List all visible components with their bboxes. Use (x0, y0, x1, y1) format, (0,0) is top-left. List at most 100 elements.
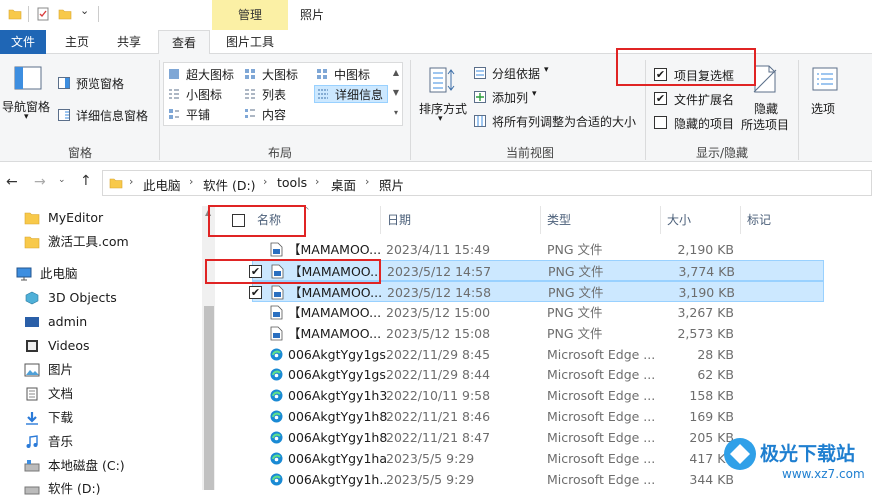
show-hide-group-label: 显示/隐藏 (695, 146, 749, 160)
new-folder-icon[interactable] (58, 7, 72, 21)
tab-share[interactable]: 共享 (106, 30, 152, 54)
options-button[interactable]: 选项 (804, 62, 846, 122)
ribbon-separator (410, 60, 411, 160)
manage-tab[interactable]: 管理 (212, 0, 288, 30)
ribbon-separator (159, 60, 160, 160)
address-bar[interactable]: › 此电脑 › 软件 (D:) › tools › 桌面 › 照片 (102, 170, 872, 196)
file-size-cell: 62 KB (697, 367, 734, 383)
file-row[interactable]: 【MAMAMOO... 2023/4/11 15:49 PNG 文件 2,190 KB (252, 239, 824, 260)
navigation-pane-button[interactable]: 导航窗格 ▾ (2, 62, 54, 122)
scrollbar-thumb[interactable] (204, 306, 214, 490)
preview-pane-button[interactable]: 预览窗格 (58, 74, 154, 92)
hidden-items-toggle[interactable]: 隐藏的项目 (654, 114, 744, 132)
file-extensions-toggle[interactable]: ✔ 文件扩展名 (654, 90, 744, 108)
breadcrumb-item[interactable]: 软件 (D:) (203, 175, 256, 194)
checkbox-unchecked[interactable] (654, 116, 667, 129)
size-columns-to-fit-button[interactable]: 将所有列调整为合适的大小 (472, 112, 642, 130)
breadcrumb-item[interactable]: 此电脑 (143, 175, 181, 194)
details-pane-icon (58, 109, 70, 121)
column-divider[interactable] (660, 206, 661, 234)
nav-item-label: 图片 (48, 362, 74, 377)
hide-selected-label-line1: 隐藏 (754, 102, 779, 116)
download-icon (26, 412, 38, 425)
highlight-box-name-header (208, 205, 306, 237)
svg-text:极光下载站: 极光下载站 (760, 442, 855, 465)
user-folder-icon (25, 317, 39, 327)
forward-button[interactable]: → (34, 174, 46, 190)
music-icon (26, 435, 38, 448)
computer-icon (16, 267, 32, 281)
fit-columns-label: 将所有列调整为合适的大小 (492, 115, 637, 129)
breadcrumb-item[interactable]: 桌面 (331, 175, 356, 194)
layout-content[interactable]: 内容 (242, 105, 312, 123)
column-header-type[interactable]: 类型 (547, 206, 571, 234)
layout-tiles[interactable]: 平铺 (166, 105, 240, 123)
chevron-down-icon: ▾ (24, 112, 29, 122)
file-row[interactable]: 006AkgtYgy1gs... 2022/11/29 8:45 Microsoft… (252, 344, 824, 365)
file-row[interactable]: 006AkgtYgy1h3...2022/10/11 9:58 Microsoft… (252, 385, 824, 406)
content-view-icon (245, 109, 255, 118)
tab-file[interactable]: 文件 (0, 30, 46, 54)
column-header-date[interactable]: 日期 (387, 206, 411, 234)
file-type-cell: PNG 文件 (548, 284, 604, 300)
nav-item-label: 本地磁盘 (C:) (48, 458, 125, 473)
breadcrumb-separator: › (315, 175, 320, 188)
file-date-cell: 2023/5/5 9:29 (386, 471, 475, 487)
options-icon (812, 67, 838, 91)
nav-item-label: Videos (48, 338, 90, 353)
layout-details[interactable]: 详细信息 (314, 85, 388, 103)
details-pane-button[interactable]: 详细信息窗格 (58, 106, 158, 124)
up-button[interactable]: ↑ (80, 173, 92, 189)
row-checkbox-checked[interactable]: ✔ (249, 285, 262, 299)
file-type-cell: PNG 文件 (547, 325, 603, 341)
properties-icon[interactable] (36, 7, 50, 21)
file-row[interactable]: 【MAMAMOO... 2023/5/12 15:00 PNG 文件 3,267 KB (252, 302, 824, 323)
column-header-tags[interactable]: 标记 (747, 206, 771, 234)
file-row[interactable]: 【MAMAMOO... 2023/5/12 15:08 PNG 文件 2,573 KB (252, 323, 824, 344)
tab-picture-tools[interactable]: 图片工具 (212, 30, 288, 54)
png-file-icon (271, 285, 284, 300)
layout-gallery-scroll[interactable]: ▲ ▼ ▾ (390, 63, 402, 125)
sort-icon (429, 67, 455, 93)
column-divider[interactable] (740, 206, 741, 234)
tab-view[interactable]: 查看 (158, 30, 210, 55)
small-icons-icon (169, 89, 179, 99)
extra-large-icons-icon (169, 69, 179, 79)
file-size-cell: 2,573 KB (677, 325, 734, 341)
folder-icon (24, 212, 40, 225)
customize-quick-access-icon[interactable]: ⌄ (80, 4, 89, 17)
layout-group-label: 布局 (267, 146, 292, 160)
layout-large-icons[interactable]: 大图标 (242, 65, 312, 83)
layout-item-label: 平铺 (186, 108, 211, 122)
file-name-cell: 006AkgtYgy1ha... (288, 451, 388, 466)
file-name-cell: 006AkgtYgy1gs... (288, 367, 388, 383)
add-column-button[interactable]: 添加列 ▾ (472, 88, 542, 106)
large-icons-icon (245, 69, 255, 79)
breadcrumb-item[interactable]: 照片 (379, 175, 404, 194)
file-name-cell: 【MAMAMOO... (289, 284, 383, 300)
tab-home[interactable]: 主页 (54, 30, 100, 54)
nav-item-label: admin (48, 314, 88, 329)
layout-medium-icons[interactable]: 中图标 (314, 65, 388, 83)
fit-columns-icon (474, 115, 486, 127)
checkbox-checked[interactable]: ✔ (654, 92, 667, 105)
layout-small-icons[interactable]: 小图标 (166, 85, 240, 103)
group-by-button[interactable]: 分组依据 ▾ (472, 64, 552, 82)
column-header-size[interactable]: 大小 (667, 206, 691, 234)
window-title: 照片 (300, 8, 325, 22)
file-type-cell: Microsoft Edge ... (547, 430, 656, 446)
recent-locations-icon[interactable]: ⌄ (58, 175, 66, 185)
column-divider[interactable] (380, 206, 381, 234)
breadcrumb-item[interactable]: tools (277, 175, 307, 190)
layout-list[interactable]: 列表 (242, 85, 312, 103)
layout-item-label: 小图标 (186, 88, 223, 102)
column-divider[interactable] (540, 206, 541, 234)
back-button[interactable]: ← (6, 174, 18, 190)
file-row[interactable]: 006AkgtYgy1h8...2022/11/21 8:46 Microsoft… (252, 406, 824, 427)
file-row[interactable]: 006AkgtYgy1gs... 2022/11/29 8:44 Microsoft… (252, 364, 824, 385)
nav-pane-scrollbar[interactable]: ▲ (202, 206, 216, 490)
breadcrumb-separator: › (129, 175, 134, 188)
sort-by-button[interactable]: 排序方式 ▾ (414, 62, 470, 132)
folder-icon[interactable] (8, 7, 22, 21)
layout-extra-large-icons[interactable]: 超大图标 (166, 65, 240, 83)
